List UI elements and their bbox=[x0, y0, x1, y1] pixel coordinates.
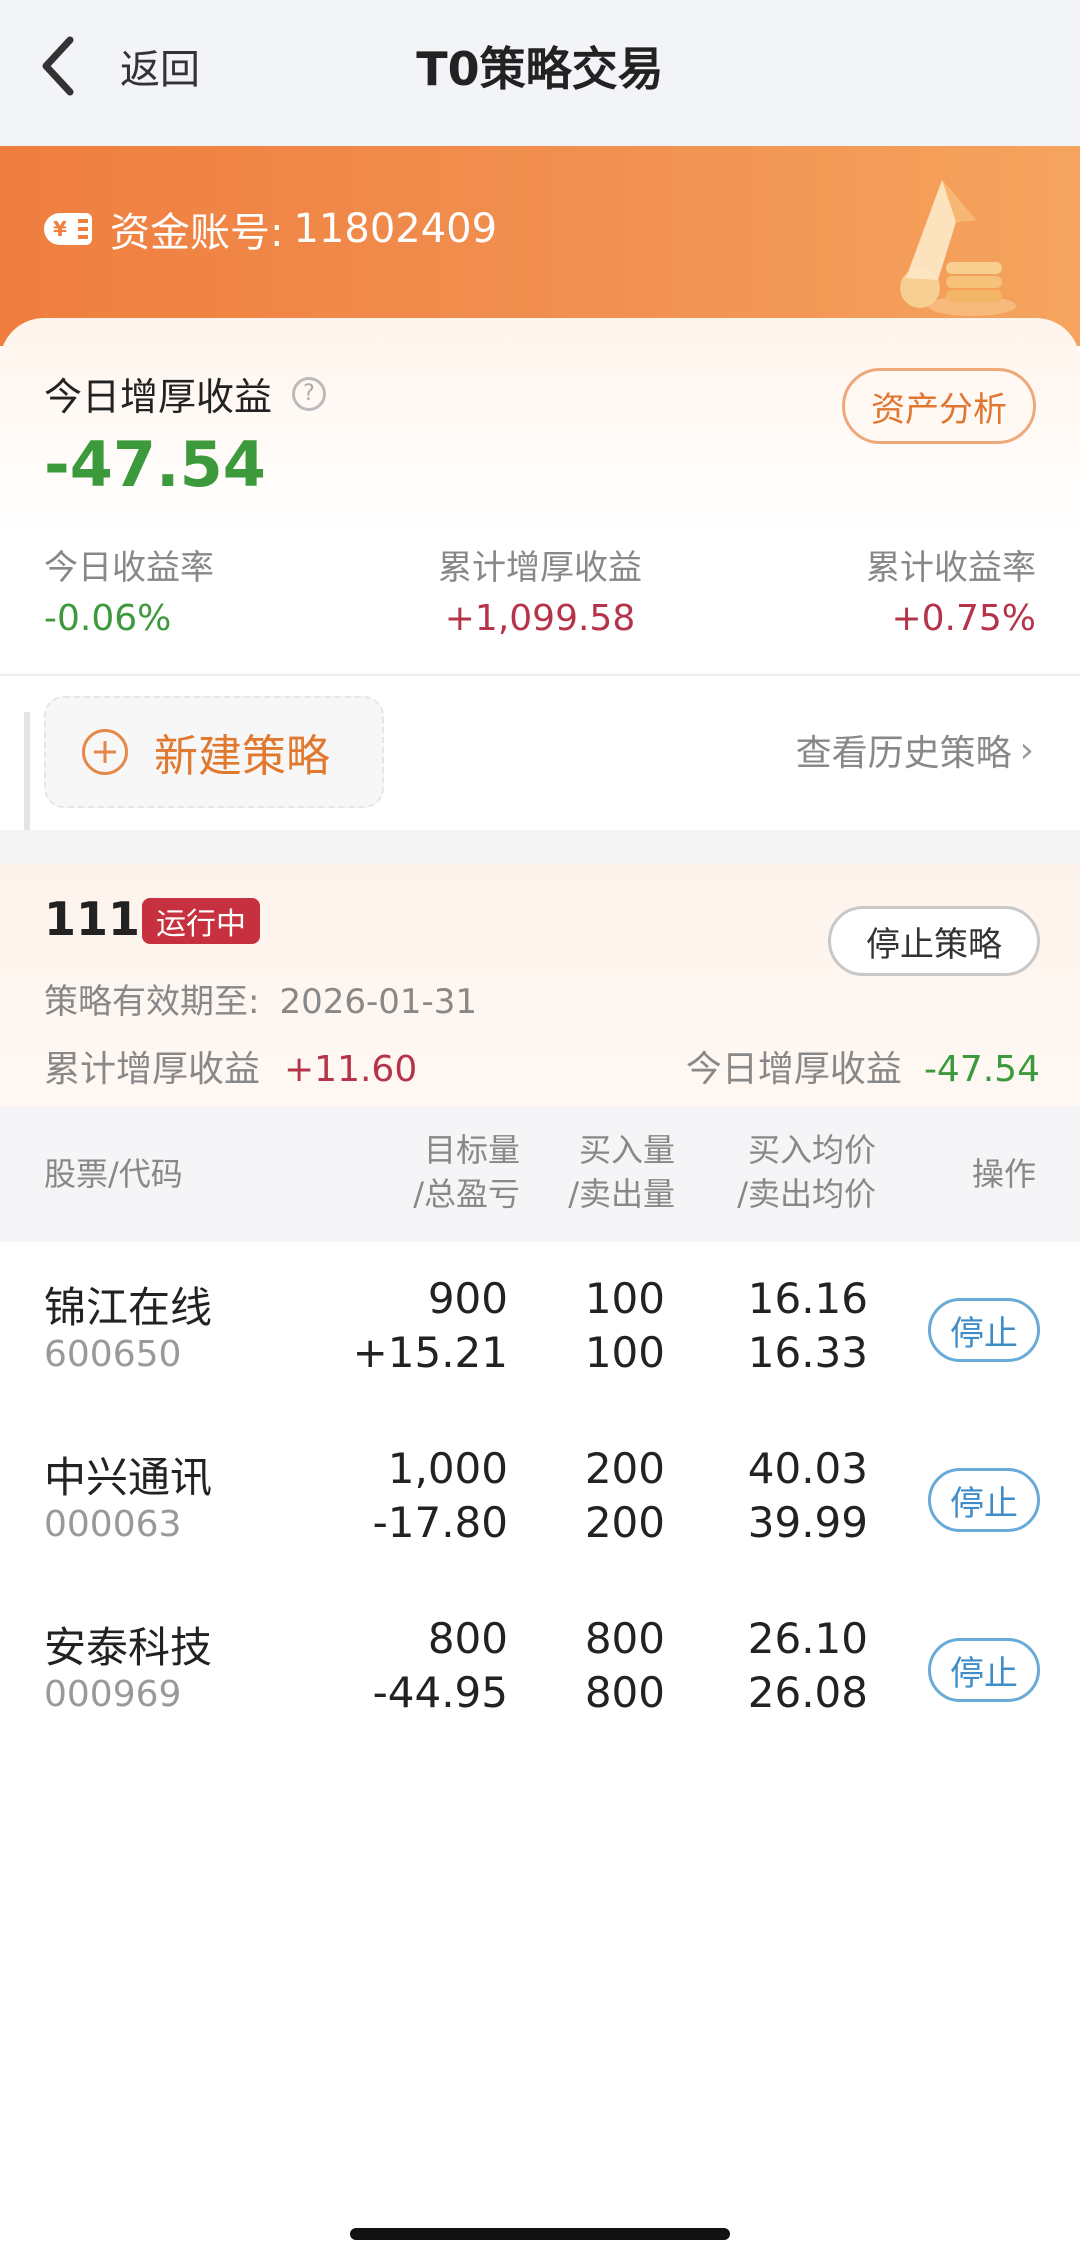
sell-avg-price: 26.08 bbox=[747, 1668, 868, 1717]
summary-title: 今日增厚收益 ? bbox=[44, 366, 327, 421]
header-buy-2: /卖出量 bbox=[568, 1175, 675, 1213]
yen-wallet-icon: ¥ bbox=[44, 213, 92, 245]
validity-date: 2026-01-31 bbox=[279, 982, 478, 1022]
plus-circle-icon bbox=[82, 729, 128, 775]
sell-qty: 200 bbox=[584, 1498, 665, 1547]
strategy-actions-row: 新建策略 查看历史策略 › bbox=[0, 676, 1080, 830]
left-accent-bar bbox=[24, 712, 30, 830]
sell-avg-price: 16.33 bbox=[747, 1328, 868, 1377]
table-row: 中兴通讯 000063 1,000 -17.80 200 200 40.03 3… bbox=[0, 1416, 1080, 1586]
stop-button[interactable]: 停止 bbox=[928, 1298, 1040, 1362]
accum-return-rate-label: 累计收益率 bbox=[866, 548, 1036, 588]
header-target-1: 目标量 bbox=[423, 1131, 520, 1169]
buy-qty: 100 bbox=[584, 1274, 665, 1323]
table-row: 安泰科技 000969 800 -44.95 800 800 26.10 26.… bbox=[0, 1586, 1080, 1756]
sell-qty: 100 bbox=[584, 1328, 665, 1377]
total-pnl: -17.80 bbox=[372, 1498, 508, 1547]
new-strategy-label: 新建策略 bbox=[154, 731, 330, 782]
stock-code: 000063 bbox=[44, 1504, 182, 1545]
view-history-label: 查看历史策略 bbox=[795, 733, 1012, 774]
header-op: 操作 bbox=[971, 1155, 1036, 1193]
chevron-right-icon: › bbox=[1019, 729, 1034, 771]
status-badge: 运行中 bbox=[142, 898, 260, 944]
strategy-today-label: 今日增厚收益 bbox=[685, 1049, 902, 1090]
target-qty: 1,000 bbox=[387, 1444, 508, 1493]
target-qty: 900 bbox=[427, 1274, 508, 1323]
header-target-2: /总盈亏 bbox=[413, 1175, 520, 1213]
strategy-accum-label: 累计增厚收益 bbox=[44, 1049, 261, 1090]
account-label: 资金账号: bbox=[110, 210, 284, 256]
account-number: 11802409 bbox=[293, 206, 498, 252]
strategy-today-line: 今日增厚收益 -47.54 bbox=[686, 1040, 1040, 1092]
table-header: 股票/代码 目标量 /总盈亏 买入量 /卖出量 买入均价 /卖出均价 操作 bbox=[0, 1106, 1080, 1242]
buy-qty: 200 bbox=[584, 1444, 665, 1493]
total-pnl: -44.95 bbox=[372, 1668, 508, 1717]
stock-name: 锦江在线 bbox=[44, 1283, 213, 1332]
header-buy-1: 买入量 bbox=[578, 1131, 675, 1169]
buy-avg-price: 26.10 bbox=[747, 1614, 868, 1663]
validity-line: 策略有效期至: 2026-01-31 bbox=[44, 974, 477, 1023]
nav-bar: 返回 T0策略交易 bbox=[0, 0, 1080, 146]
strategy-accum-value: +11.60 bbox=[284, 1049, 418, 1090]
t0-strategy-page: 返回 T0策略交易 ¥ 资金账号: 11802409 今日增厚收益 ? -47.… bbox=[0, 0, 1080, 2260]
strategy-accum-line: 累计增厚收益 +11.60 bbox=[44, 1040, 417, 1092]
strategy-name: 111 bbox=[44, 892, 141, 946]
buy-avg-price: 16.16 bbox=[747, 1274, 868, 1323]
section-gap bbox=[0, 830, 1080, 864]
stop-button[interactable]: 停止 bbox=[928, 1468, 1040, 1532]
asset-analysis-button[interactable]: 资产分析 bbox=[842, 368, 1036, 444]
table-row: 锦江在线 600650 900 +15.21 100 100 16.16 16.… bbox=[0, 1246, 1080, 1416]
stop-strategy-button[interactable]: 停止策略 bbox=[828, 906, 1040, 976]
header-price-2: /卖出均价 bbox=[737, 1175, 876, 1213]
new-strategy-button[interactable]: 新建策略 bbox=[44, 696, 384, 808]
stock-code: 600650 bbox=[44, 1334, 182, 1375]
account-info: ¥ 资金账号: 11802409 bbox=[42, 200, 497, 258]
home-indicator[interactable] bbox=[350, 2228, 730, 2240]
view-history-link[interactable]: 查看历史策略 › bbox=[796, 720, 1034, 780]
stock-name: 中兴通讯 bbox=[44, 1453, 213, 1502]
buy-qty: 800 bbox=[584, 1614, 665, 1663]
help-icon[interactable]: ? bbox=[292, 376, 327, 411]
strategy-today-value: -47.54 bbox=[923, 1049, 1040, 1090]
strategy-card: 111 运行中 停止策略 策略有效期至: 2026-01-31 累计增厚收益 +11… bbox=[0, 864, 1080, 1106]
sell-avg-price: 39.99 bbox=[747, 1498, 868, 1547]
stop-button[interactable]: 停止 bbox=[928, 1638, 1040, 1702]
target-qty: 800 bbox=[427, 1614, 508, 1663]
summary-card: 今日增厚收益 ? -47.54 资产分析 今日收益率 -0.06% 累计增厚收益… bbox=[0, 318, 1080, 674]
header-price-1: 买入均价 bbox=[747, 1131, 876, 1169]
summary-title-text: 今日增厚收益 bbox=[44, 375, 273, 419]
rising-arrow-icon bbox=[900, 180, 1016, 316]
accum-return-rate-value: +0.75% bbox=[891, 598, 1036, 639]
today-enhanced-income-value: -47.54 bbox=[44, 428, 266, 501]
account-banner: ¥ 资金账号: 11802409 bbox=[0, 146, 1080, 346]
stock-name: 安泰科技 bbox=[44, 1623, 213, 1672]
buy-avg-price: 40.03 bbox=[747, 1444, 868, 1493]
sell-qty: 800 bbox=[584, 1668, 665, 1717]
header-stock: 股票/代码 bbox=[44, 1155, 183, 1193]
total-pnl: +15.21 bbox=[352, 1328, 508, 1377]
svg-text:¥: ¥ bbox=[53, 217, 67, 241]
page-title: T0策略交易 bbox=[416, 42, 664, 96]
validity-label: 策略有效期至: bbox=[44, 982, 260, 1022]
stock-code: 000969 bbox=[44, 1674, 182, 1715]
